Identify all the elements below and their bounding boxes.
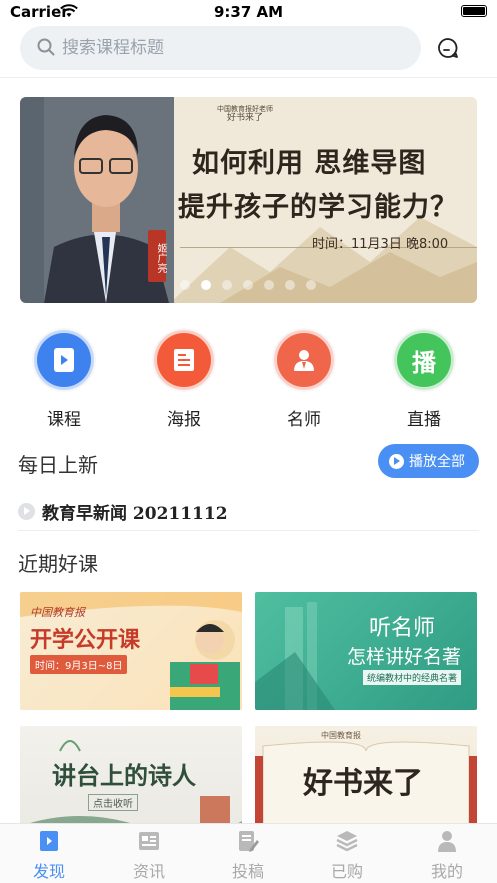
carousel-dot[interactable] <box>285 280 295 290</box>
tab-label: 已购 <box>330 862 363 881</box>
live-icon: 播 <box>394 330 454 390</box>
clock: 9:37 AM <box>213 3 284 21</box>
tab-discover[interactable]: 发现 <box>14 828 84 882</box>
tab-label: 我的 <box>430 862 463 881</box>
category-label: 海报 <box>167 410 201 430</box>
course-card[interactable]: 中国教育报 开学公开课 时间：9月3日~8日 <box>20 592 242 710</box>
message-icon[interactable] <box>436 36 460 60</box>
category-posters[interactable]: 海报 <box>139 330 229 430</box>
play-circle-icon[interactable] <box>18 502 35 520</box>
status-bar: Carrier 9:37 AM <box>0 0 497 24</box>
tab-label: 资讯 <box>132 862 165 881</box>
banner-title-line2: 提升孩子的学习能力？ <box>178 192 458 223</box>
search-input[interactable] <box>62 26 402 70</box>
carousel-indicator[interactable] <box>180 280 316 290</box>
course-card[interactable]: 听名师 怎样讲好名著 统编教材中的经典名著 <box>255 592 477 710</box>
carousel-dot[interactable] <box>180 280 190 290</box>
submit-icon <box>235 828 261 854</box>
tab-purchased[interactable]: 已购 <box>312 828 382 882</box>
tab-news[interactable]: 资讯 <box>114 828 184 882</box>
tab-label: 发现 <box>32 862 65 881</box>
header-divider <box>0 77 497 78</box>
news-item[interactable]: 教育早新闻 20211112 <box>18 496 478 526</box>
poster-icon <box>154 330 214 390</box>
speaker-name-seal: 姬广亮 <box>148 230 166 282</box>
carousel-dot[interactable] <box>243 280 253 290</box>
search-bar[interactable] <box>20 26 421 70</box>
card-headline: 讲台上的诗人 <box>52 761 196 790</box>
section-divider <box>18 530 479 531</box>
card-subtitle: 点击收听 <box>88 794 138 811</box>
carousel-dot-active[interactable] <box>201 280 211 290</box>
play-all-button[interactable]: 播放全部 <box>378 444 479 478</box>
banner-time: 时间：11月3日 晚8:00 <box>312 237 449 252</box>
card-headline: 听名师 <box>369 616 436 641</box>
video-lesson-icon <box>34 330 94 390</box>
tab-submit[interactable]: 投稿 <box>213 828 283 882</box>
card-subtitle: 统编教材中的经典名著 <box>363 670 462 685</box>
category-live[interactable]: 播 直播 <box>379 330 469 430</box>
promo-banner[interactable]: 中国教育报好老师 好书来了 如何利用 思维导图 提升孩子的学习能力？ 时间：11… <box>20 97 477 303</box>
carousel-dot[interactable] <box>306 280 316 290</box>
recent-section-title: 近期好课 <box>18 552 98 576</box>
category-teachers[interactable]: 名师 <box>259 330 349 430</box>
banner-title-line1: 如何利用 思维导图 <box>192 148 427 179</box>
card-subtitle: 时间：9月3日~8日 <box>30 655 128 674</box>
profile-icon <box>434 828 460 854</box>
banner-tag: 中国教育报好老师 好书来了 <box>217 105 273 123</box>
news-icon <box>136 828 162 854</box>
battery-icon <box>461 5 487 17</box>
carousel-dot[interactable] <box>264 280 274 290</box>
tab-label: 投稿 <box>231 862 264 881</box>
news-title: 教育早新闻 20211112 <box>42 503 228 524</box>
category-label: 课程 <box>47 410 81 430</box>
teacher-icon <box>274 330 334 390</box>
card-headline-2: 怎样讲好名著 <box>347 646 462 668</box>
play-icon <box>389 453 404 469</box>
card-tag: 中国教育报 <box>321 731 361 740</box>
category-grid: 课程 海报 名师 播 直播 <box>0 330 497 430</box>
category-label: 名师 <box>287 410 321 430</box>
tab-profile[interactable]: 我的 <box>412 828 482 882</box>
card-headline: 好书来了 <box>303 766 423 801</box>
discover-icon <box>36 828 62 854</box>
search-icon <box>37 38 55 56</box>
bottom-tab-bar: 发现 资讯 投稿 已购 我的 <box>0 823 497 883</box>
purchased-icon <box>334 828 360 854</box>
category-courses[interactable]: 课程 <box>19 330 109 430</box>
category-label: 直播 <box>407 410 441 430</box>
carousel-dot[interactable] <box>222 280 232 290</box>
daily-section-title: 每日上新 <box>18 453 98 477</box>
card-headline: 开学公开课 <box>30 628 141 653</box>
card-tag: 中国教育报 <box>30 606 85 619</box>
